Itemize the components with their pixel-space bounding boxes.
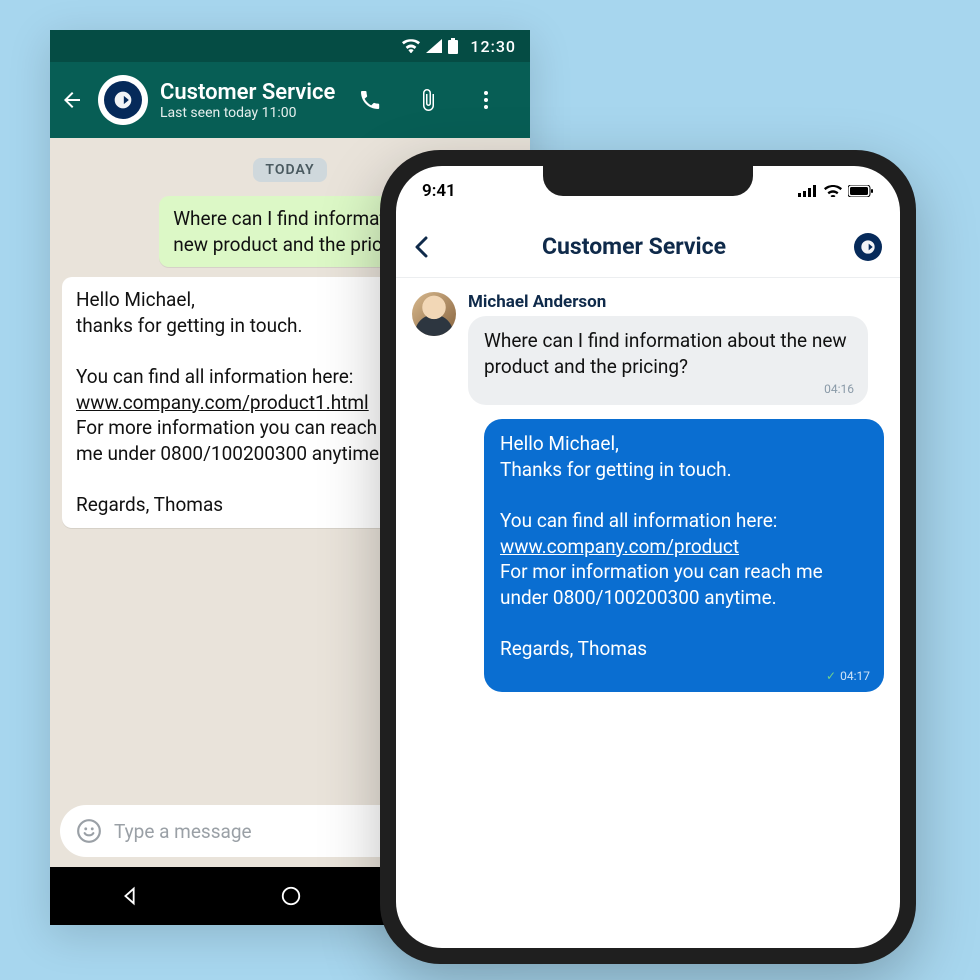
message-line: You can find all information here:: [500, 509, 777, 532]
chat-header: Customer Service: [396, 216, 900, 278]
message-link[interactable]: www.company.com/product1.html: [76, 391, 369, 414]
call-icon[interactable]: [358, 88, 404, 112]
chat-body[interactable]: Michael Anderson Where can I find inform…: [396, 278, 900, 948]
message-line: thanks for getting in touch.: [76, 314, 303, 337]
chat-title: Customer Service: [160, 80, 346, 105]
battery-icon: [848, 185, 874, 197]
message-line: For mor information you can reach me und…: [500, 560, 823, 609]
message-line: For more information you can reach me un…: [76, 416, 384, 465]
message-line: Hello Michael,: [500, 432, 619, 455]
iphone-screen: 9:41 Customer Service: [396, 166, 900, 948]
iphone: 9:41 Customer Service: [380, 150, 916, 964]
more-icon[interactable]: [474, 88, 520, 112]
sender-avatar[interactable]: [412, 292, 456, 336]
chat-header: Customer Service Last seen today 11:00: [50, 62, 530, 138]
wifi-icon: [402, 39, 420, 53]
message-line: You can find all information here:: [76, 365, 353, 388]
date-separator: TODAY: [253, 158, 326, 182]
message-line: Regards, Thomas: [76, 493, 223, 516]
chat-title: Customer Service: [426, 233, 842, 260]
status-time: 9:41: [422, 181, 456, 201]
attach-icon[interactable]: [416, 88, 462, 112]
cellular-icon: [426, 39, 442, 53]
message-text: Where can I find information about the n…: [484, 329, 847, 378]
nav-back-icon[interactable]: [119, 885, 141, 907]
message-outgoing[interactable]: Hello Michael, Thanks for getting in tou…: [484, 419, 884, 692]
message-line: Thanks for getting in touch.: [500, 458, 732, 481]
message-incoming-row: Michael Anderson Where can I find inform…: [412, 292, 884, 405]
message-outgoing-row: Hello Michael, Thanks for getting in tou…: [412, 419, 884, 692]
android-status-bar: 12:30: [50, 30, 530, 62]
message-line: Regards, Thomas: [500, 637, 647, 660]
cellular-icon: [798, 185, 818, 197]
status-time: 12:30: [470, 37, 516, 56]
back-button[interactable]: [60, 88, 86, 112]
input-placeholder: Type a message: [114, 820, 252, 843]
wifi-icon: [824, 185, 842, 197]
brand-icon[interactable]: [854, 233, 882, 261]
message-line: Hello Michael,: [76, 288, 195, 311]
sender-name: Michael Anderson: [468, 292, 884, 312]
nav-home-icon[interactable]: [280, 885, 302, 907]
message-link[interactable]: www.company.com/product: [500, 535, 739, 558]
notch: [543, 166, 753, 196]
contact-avatar[interactable]: [98, 75, 148, 125]
message-time: ✓04:17: [826, 668, 870, 684]
message-incoming[interactable]: Hello Michael, thanks for getting in tou…: [62, 277, 421, 528]
header-title-block[interactable]: Customer Service Last seen today 11:00: [160, 80, 346, 121]
chat-subtitle: Last seen today 11:00: [160, 105, 346, 121]
battery-icon: [448, 38, 458, 54]
message-incoming[interactable]: Where can I find information about the n…: [468, 316, 868, 405]
emoji-icon[interactable]: [76, 818, 102, 844]
message-time: 04:16: [824, 381, 854, 397]
